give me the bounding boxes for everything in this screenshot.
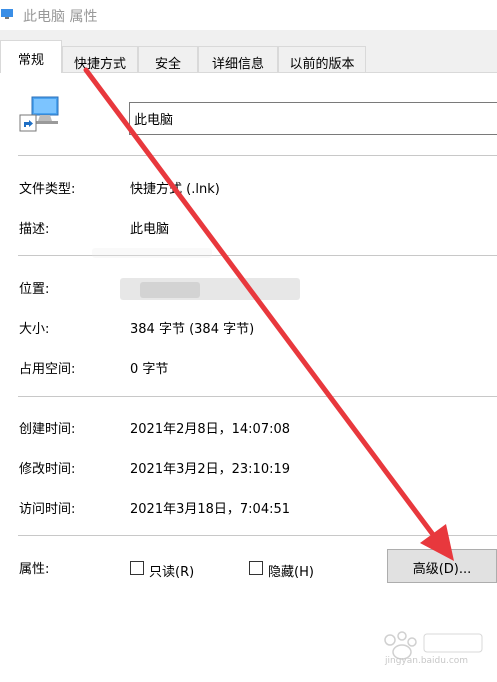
readonly-checkbox[interactable] xyxy=(130,561,144,575)
general-pane xyxy=(0,73,497,682)
description-value: 此电脑 xyxy=(130,222,170,237)
tab-label: 快捷方式 xyxy=(73,57,126,72)
title-bar: 此电脑 属性 xyxy=(0,0,497,30)
description-label: 描述: xyxy=(19,222,50,237)
attributes-label: 属性: xyxy=(19,562,50,577)
file-type-value: 快捷方式 (.lnk) xyxy=(130,182,220,197)
separator xyxy=(18,535,497,536)
modified-label: 修改时间: xyxy=(19,462,76,477)
tab-details[interactable]: 详细信息 xyxy=(198,46,278,72)
hidden-checkbox[interactable] xyxy=(249,561,263,575)
computer-shortcut-icon xyxy=(19,96,59,132)
modified-value: 2021年3月2日，23:10:19 xyxy=(130,462,291,477)
size-value: 384 字节 (384 字节) xyxy=(130,322,255,337)
tab-label: 常规 xyxy=(17,53,44,68)
name-field[interactable]: 此电脑 xyxy=(129,102,497,135)
advanced-button[interactable]: 高级(D)... xyxy=(387,549,497,583)
size-label: 大小: xyxy=(19,322,50,337)
tab-shortcut[interactable]: 快捷方式 xyxy=(62,46,138,72)
tab-label: 以前的版本 xyxy=(289,57,355,72)
tab-security[interactable]: 安全 xyxy=(138,46,198,72)
tab-label: 详细信息 xyxy=(211,57,264,72)
tab-label: 安全 xyxy=(154,57,181,72)
disk-size-label: 占用空间: xyxy=(19,362,76,377)
accessed-value: 2021年3月18日，7:04:51 xyxy=(130,502,291,517)
computer-icon xyxy=(1,9,13,19)
hidden-label[interactable]: 隐藏(H) xyxy=(268,561,314,580)
separator xyxy=(18,255,497,256)
readonly-label[interactable]: 只读(R) xyxy=(149,561,194,580)
redaction-mark xyxy=(92,248,212,258)
accessed-label: 访问时间: xyxy=(19,502,76,517)
redaction-mark xyxy=(140,282,200,298)
separator xyxy=(18,155,497,156)
separator xyxy=(18,396,497,397)
file-type-label: 文件类型: xyxy=(19,182,76,197)
disk-size-value: 0 字节 xyxy=(130,362,169,377)
tab-general[interactable]: 常规 xyxy=(0,40,62,73)
created-value: 2021年2月8日，14:07:08 xyxy=(130,422,291,437)
window-title: 此电脑 属性 xyxy=(23,9,98,25)
tab-previous-versions[interactable]: 以前的版本 xyxy=(278,46,366,72)
location-label: 位置: xyxy=(19,282,50,297)
watermark-text: jingyan.baidu.com xyxy=(385,656,469,666)
created-label: 创建时间: xyxy=(19,422,76,437)
